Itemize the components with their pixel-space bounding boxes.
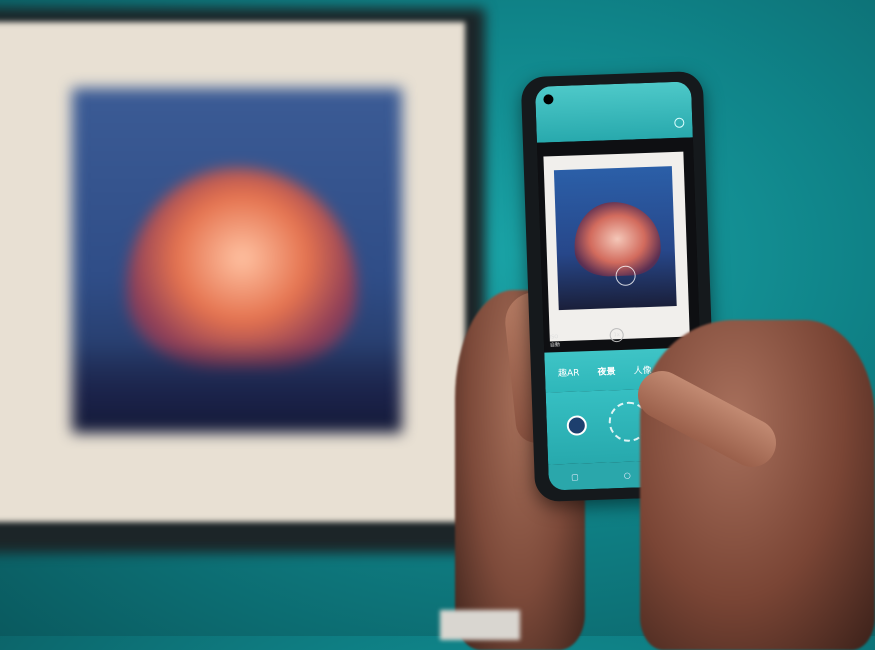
- auto-left-label: 自動: [549, 342, 561, 349]
- front-camera-hole: [543, 94, 554, 105]
- mode-night[interactable]: 夜景: [597, 364, 615, 378]
- zoom-button[interactable]: 1x: [609, 327, 624, 343]
- iso-label: ISO: [549, 334, 559, 341]
- square-icon[interactable]: ▢: [571, 472, 579, 481]
- circle-icon[interactable]: ○: [624, 470, 631, 479]
- right-hand: [640, 320, 875, 650]
- mode-ar[interactable]: 趣AR: [558, 365, 580, 379]
- viewfinder-rock: [573, 200, 662, 278]
- camera-viewfinder[interactable]: ISO 自動 1x 自動: [536, 137, 701, 353]
- focus-ring-icon: [615, 265, 636, 287]
- zoom-label: 1x: [613, 332, 620, 339]
- blurred-artwork: [72, 88, 402, 433]
- artwork-rock: [127, 168, 357, 368]
- artwork-ground: [72, 343, 402, 433]
- gallery-thumbnail[interactable]: [566, 415, 588, 436]
- viewfinder-artwork: [553, 166, 677, 311]
- gear-icon[interactable]: [674, 117, 685, 128]
- status-bar: [534, 81, 693, 143]
- photo-scene: ISO 自動 1x 自動 趣AR 夜景 人像 拍照 ▢ ○ ◁: [0, 0, 875, 650]
